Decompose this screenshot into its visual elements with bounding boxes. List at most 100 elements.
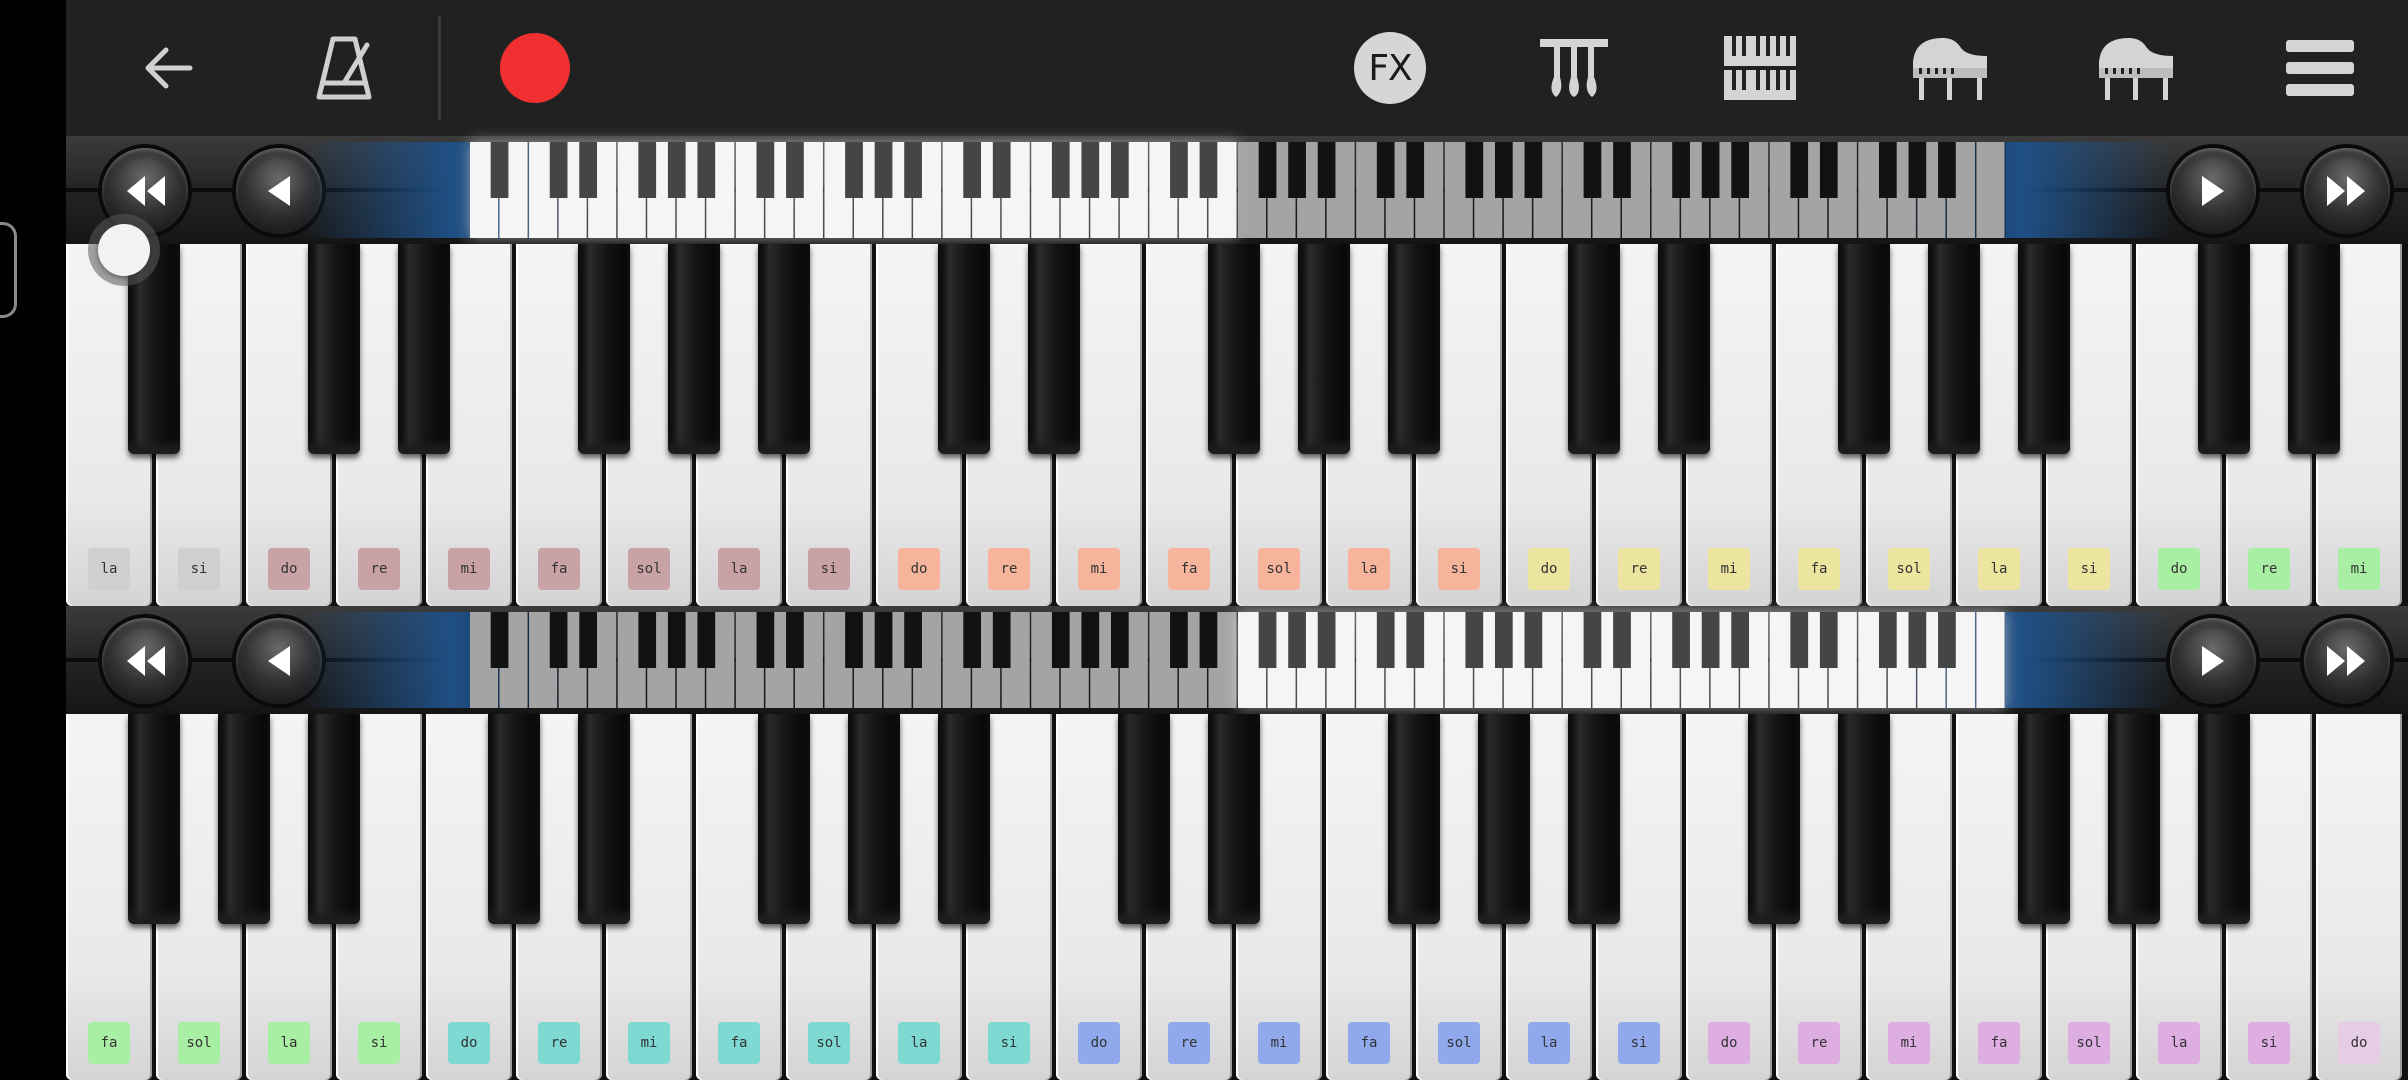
note-label: sol — [808, 1022, 850, 1064]
note-label: la — [1978, 548, 2020, 590]
tuning-button[interactable] — [1524, 18, 1624, 118]
fast-forward-icon — [2327, 176, 2365, 206]
metronome-button[interactable] — [294, 18, 394, 118]
lower-keyboard: fa sol la si do re mi fa sol la si do re mi fa sol la si d… — [66, 714, 2408, 1080]
edge-handle-icon[interactable] — [0, 222, 17, 318]
black-key[interactable] — [1928, 244, 1980, 454]
black-key[interactable] — [578, 244, 630, 454]
black-key[interactable] — [128, 244, 180, 454]
upper-keyboard: la si do re mi fa sol la si do re mi fa sol la si do re mi… — [66, 244, 2408, 606]
black-key[interactable] — [1298, 244, 1350, 454]
mini-black-key — [963, 142, 982, 198]
black-key[interactable] — [308, 244, 360, 454]
mini-black-key — [1731, 612, 1750, 668]
rewind-icon — [127, 176, 165, 206]
mini-black-key — [1199, 612, 1218, 668]
black-key[interactable] — [758, 244, 810, 454]
note-label: la — [2158, 1022, 2200, 1064]
black-key[interactable] — [2018, 244, 2070, 454]
hamburger-menu-icon — [2286, 40, 2354, 96]
white-key[interactable]: do — [2316, 714, 2402, 1080]
menu-button[interactable] — [2270, 18, 2370, 118]
mini-black-key — [1938, 612, 1956, 668]
black-key[interactable] — [2018, 714, 2070, 924]
record-button[interactable] — [485, 18, 585, 118]
note-label: la — [88, 548, 130, 590]
black-key[interactable] — [1208, 244, 1260, 454]
mini-black-key — [992, 612, 1011, 668]
black-key[interactable] — [1568, 244, 1620, 454]
keyboard-layout-button[interactable] — [1710, 18, 1810, 118]
black-key[interactable] — [398, 244, 450, 454]
black-key[interactable] — [848, 714, 900, 924]
back-button[interactable] — [118, 18, 218, 118]
black-key[interactable] — [938, 244, 990, 454]
black-key[interactable] — [1208, 714, 1260, 924]
keyboard-size-slider-handle[interactable] — [98, 224, 150, 276]
mini-black-key — [1406, 612, 1425, 668]
play-button[interactable] — [2170, 618, 2256, 704]
black-key[interactable] — [2288, 244, 2340, 454]
instrument-button-2[interactable] — [2086, 18, 2186, 118]
black-key[interactable] — [1748, 714, 1800, 924]
note-label: si — [2248, 1022, 2290, 1064]
note-label: do — [1528, 548, 1570, 590]
black-key[interactable] — [308, 714, 360, 924]
black-key[interactable] — [488, 714, 540, 924]
black-key[interactable] — [1028, 244, 1080, 454]
fx-button[interactable]: FX — [1340, 18, 1440, 118]
note-label: fa — [718, 1022, 760, 1064]
black-key[interactable] — [1388, 244, 1440, 454]
mini-black-key — [549, 142, 568, 198]
screen-bezel — [0, 0, 66, 1080]
mini-black-key — [845, 142, 863, 198]
mini-black-key — [1258, 142, 1277, 198]
mini-keyboard-overview[interactable] — [302, 612, 2172, 708]
black-key[interactable] — [1388, 714, 1440, 924]
black-key[interactable] — [938, 714, 990, 924]
instrument-button[interactable] — [1900, 18, 2000, 118]
mini-black-key — [1878, 142, 1897, 198]
black-key[interactable] — [1658, 244, 1710, 454]
note-label: mi — [1078, 548, 1120, 590]
black-key[interactable] — [578, 714, 630, 924]
black-key[interactable] — [218, 714, 270, 924]
metronome-icon — [316, 36, 372, 100]
mini-black-key — [1081, 142, 1100, 198]
mini-black-key — [1583, 142, 1602, 198]
note-label: do — [268, 548, 310, 590]
mini-white-key — [1976, 142, 2005, 238]
rewind-button[interactable] — [102, 618, 188, 704]
mini-black-key — [1051, 142, 1070, 198]
mini-black-key — [1376, 142, 1395, 198]
mini-black-key — [1613, 612, 1631, 668]
black-key[interactable] — [668, 244, 720, 454]
black-key[interactable] — [2108, 714, 2160, 924]
black-key[interactable] — [1838, 244, 1890, 454]
black-key[interactable] — [1118, 714, 1170, 924]
mini-black-key — [638, 142, 657, 198]
mini-black-key — [1081, 612, 1100, 668]
mini-keyboard-overview[interactable] — [302, 142, 2172, 238]
mini-black-key — [638, 612, 657, 668]
play-button[interactable] — [2170, 148, 2256, 234]
prev-icon — [268, 646, 290, 676]
fast-forward-button[interactable] — [2304, 148, 2390, 234]
black-key[interactable] — [1478, 714, 1530, 924]
black-key[interactable] — [2198, 714, 2250, 924]
black-key[interactable] — [1838, 714, 1890, 924]
mini-black-key — [1790, 142, 1809, 198]
note-label: sol — [2068, 1022, 2110, 1064]
fast-forward-button[interactable] — [2304, 618, 2390, 704]
rewind-button[interactable] — [102, 148, 188, 234]
black-key[interactable] — [2198, 244, 2250, 454]
mini-black-key — [1908, 612, 1927, 668]
mini-black-key — [1494, 142, 1513, 198]
note-label: sol — [628, 548, 670, 590]
black-key[interactable] — [758, 714, 810, 924]
note-label: fa — [1168, 548, 1210, 590]
black-key[interactable] — [128, 714, 180, 924]
black-key[interactable] — [1568, 714, 1620, 924]
note-label: re — [2248, 548, 2290, 590]
mini-black-key — [963, 612, 982, 668]
